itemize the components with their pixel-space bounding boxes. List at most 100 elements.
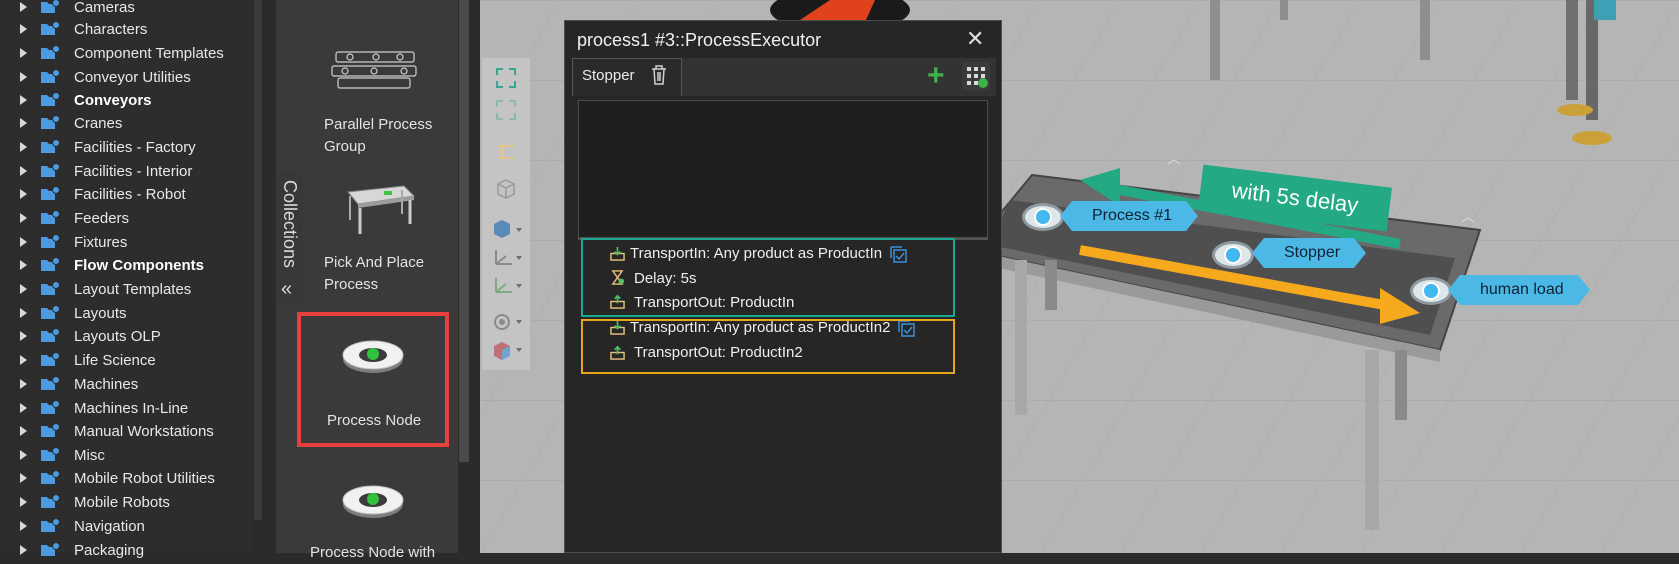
- chevron-right-icon[interactable]: [20, 450, 27, 460]
- snap-axes-icon[interactable]: [490, 274, 524, 298]
- chevron-right-icon[interactable]: [20, 308, 27, 318]
- tree-item[interactable]: Machines In-Line: [0, 397, 250, 420]
- tree-item[interactable]: Cranes: [0, 112, 250, 135]
- chevron-right-icon[interactable]: [20, 213, 27, 223]
- zoom-fit-icon[interactable]: [494, 66, 518, 90]
- tree-item-label: Navigation: [74, 518, 145, 535]
- stopper-tag[interactable]: Stopper: [1251, 238, 1367, 268]
- tree-item[interactable]: Layout Templates: [0, 278, 250, 301]
- box-view-icon[interactable]: [494, 176, 518, 200]
- grid-menu-icon[interactable]: [962, 62, 990, 90]
- collections-label[interactable]: Collections: [278, 180, 300, 270]
- human-load-tag[interactable]: human load: [1448, 275, 1590, 305]
- tree-item[interactable]: Feeders: [0, 207, 250, 230]
- tree-item[interactable]: Facilities - Factory: [0, 136, 250, 159]
- chevron-right-icon[interactable]: [20, 379, 27, 389]
- chevron-right-icon[interactable]: [20, 95, 27, 105]
- tree-scrollbar[interactable]: [254, 0, 262, 520]
- folder-gear-icon: [41, 139, 60, 153]
- double-chevron-left-icon[interactable]: «: [281, 278, 292, 301]
- human-load-node[interactable]: [1410, 277, 1452, 305]
- tree-item[interactable]: Facilities - Interior: [0, 160, 250, 183]
- trash-icon[interactable]: [650, 64, 668, 86]
- tree-item[interactable]: Flow Components: [0, 254, 250, 277]
- chevron-right-icon[interactable]: [20, 473, 27, 483]
- zoom-selected-icon[interactable]: [494, 98, 518, 122]
- tree-item[interactable]: Component Templates: [0, 42, 250, 65]
- chevron-right-icon[interactable]: [20, 118, 27, 128]
- node-dot: [1224, 246, 1242, 264]
- folder-gear-icon: [41, 352, 60, 366]
- tree-item[interactable]: Cameras: [0, 0, 250, 19]
- chevron-right-icon[interactable]: [20, 24, 27, 34]
- folder-gear-icon: [41, 542, 60, 556]
- chevron-right-icon[interactable]: [20, 545, 27, 555]
- tree-item-label: Mobile Robots: [74, 494, 170, 511]
- folder-gear-icon: [41, 470, 60, 484]
- chevron-right-icon[interactable]: [20, 189, 27, 199]
- folder-gear-icon: [41, 21, 60, 35]
- tree-item[interactable]: Packaging: [0, 539, 250, 562]
- tree-item-label: Misc: [74, 447, 105, 464]
- measure-icon[interactable]: [494, 140, 518, 164]
- tree-item-label: Layout Templates: [74, 281, 192, 298]
- chevron-right-icon[interactable]: [20, 521, 27, 531]
- folder-gear-icon: [41, 92, 60, 106]
- process1-tag[interactable]: Process #1: [1059, 201, 1199, 231]
- chevron-right-icon[interactable]: [20, 284, 27, 294]
- stopper-node[interactable]: [1212, 241, 1254, 269]
- chevron-right-icon[interactable]: [20, 331, 27, 341]
- camera-icon[interactable]: [490, 310, 524, 334]
- folder-gear-icon: [41, 400, 60, 414]
- tree-item[interactable]: Mobile Robot Utilities: [0, 467, 250, 490]
- tree-item[interactable]: Machines: [0, 373, 250, 396]
- tree-item-label: Conveyors: [74, 92, 152, 109]
- tree-item[interactable]: Misc: [0, 444, 250, 467]
- parallel-group-icon: [331, 51, 417, 89]
- folder-gear-icon: [41, 423, 60, 437]
- render-mode-icon[interactable]: [490, 218, 524, 242]
- folder-gear-icon: [41, 234, 60, 248]
- tree-item[interactable]: Layouts: [0, 302, 250, 325]
- tree-item[interactable]: Conveyors: [0, 89, 250, 112]
- folder-gear-icon: [41, 447, 60, 461]
- tree-item[interactable]: Fixtures: [0, 231, 250, 254]
- folder-gear-icon: [41, 115, 60, 129]
- tree-item-label: Flow Components: [74, 257, 204, 274]
- folder-gear-icon: [41, 69, 60, 83]
- folder-gear-icon: [41, 376, 60, 390]
- chevron-right-icon[interactable]: [20, 166, 27, 176]
- chevron-right-icon[interactable]: [20, 72, 27, 82]
- close-icon[interactable]: ✕: [966, 26, 984, 52]
- gallery-scrollbar[interactable]: [459, 0, 469, 462]
- process1-node[interactable]: [1022, 203, 1064, 231]
- green-group-outline: [581, 238, 955, 317]
- tree-item[interactable]: Facilities - Robot: [0, 183, 250, 206]
- tab-stopper-label[interactable]: Stopper: [582, 67, 635, 84]
- chevron-right-icon[interactable]: [20, 48, 27, 58]
- chevron-right-icon[interactable]: [20, 260, 27, 270]
- tree-item[interactable]: Layouts OLP: [0, 325, 250, 348]
- materials-icon[interactable]: [490, 338, 524, 362]
- tree-item[interactable]: Characters: [0, 18, 250, 41]
- chevron-right-icon[interactable]: [20, 403, 27, 413]
- tree-item[interactable]: Navigation: [0, 515, 250, 538]
- tree-item[interactable]: Mobile Robots: [0, 491, 250, 514]
- chevron-right-icon[interactable]: [20, 142, 27, 152]
- axes-icon[interactable]: [490, 246, 524, 270]
- chevron-right-icon[interactable]: [20, 2, 27, 12]
- add-icon[interactable]: +: [927, 61, 945, 91]
- tree-item-label: Cranes: [74, 115, 123, 132]
- tree-item[interactable]: Manual Workstations: [0, 420, 250, 443]
- tree-item[interactable]: Conveyor Utilities: [0, 66, 250, 89]
- tree-item-label: Conveyor Utilities: [74, 69, 191, 86]
- node-dot: [1422, 282, 1440, 300]
- chevron-right-icon[interactable]: [20, 426, 27, 436]
- folder-gear-icon: [41, 328, 60, 342]
- chevron-right-icon[interactable]: [20, 237, 27, 247]
- tree-item-label: Cameras: [74, 0, 135, 16]
- chevron-right-icon[interactable]: [20, 497, 27, 507]
- tree-item[interactable]: Life Science: [0, 349, 250, 372]
- chevron-right-icon[interactable]: [20, 355, 27, 365]
- tree-item-label: Machines: [74, 376, 139, 393]
